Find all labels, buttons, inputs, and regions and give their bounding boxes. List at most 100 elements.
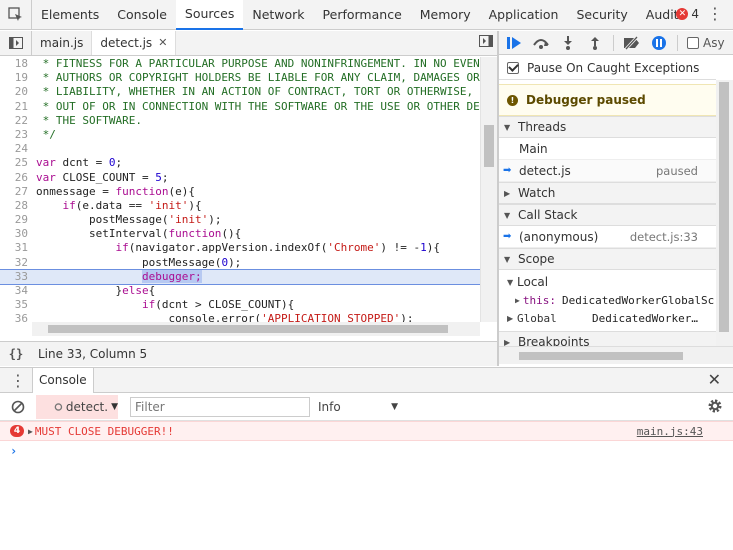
line-number[interactable]: 29 (0, 213, 32, 227)
code-line[interactable]: 34 }else{ (0, 284, 480, 298)
tab-console[interactable]: Console (32, 368, 94, 393)
step-out-button[interactable] (586, 34, 604, 52)
scope-this-entry[interactable]: ▶ this: DedicatedWorkerGlobalSc (499, 291, 716, 309)
watch-section-header[interactable]: ▶ Watch (499, 182, 716, 204)
code-editor[interactable]: 18 * FITNESS FOR A PARTICULAR PURPOSE AN… (0, 57, 480, 322)
code-line[interactable]: 27 onmessage = function(e){ (0, 185, 480, 199)
code-line[interactable]: 19 * AUTHORS OR COPYRIGHT HOLDERS BE LIA… (0, 71, 480, 85)
call-frame[interactable]: ➡ (anonymous) detect.js:33 (499, 226, 716, 248)
scrollbar-thumb[interactable] (719, 82, 729, 332)
scope-local[interactable]: ▼ Local (499, 273, 716, 291)
line-source: }else{ (36, 284, 156, 297)
scope-section-header[interactable]: ▼ Scope (499, 248, 716, 270)
tab-security[interactable]: Security (567, 0, 636, 30)
filter-input[interactable] (130, 396, 310, 417)
code-line[interactable]: 35 if(dcnt > CLOSE_COUNT){ (0, 298, 480, 312)
code-line[interactable]: 18 * FITNESS FOR A PARTICULAR PURPOSE AN… (0, 57, 480, 71)
console-messages[interactable]: 4 ▶ MUST CLOSE DEBUGGER!! main.js:43 › (0, 421, 733, 550)
tab-memory[interactable]: Memory (411, 0, 480, 30)
file-tab-main-js[interactable]: main.js (32, 31, 93, 55)
line-number[interactable]: 34 (0, 284, 32, 298)
thread-item-main[interactable]: Main (499, 138, 716, 160)
line-number[interactable]: 19 (0, 71, 32, 85)
expand-triangle-icon[interactable]: ▶ (28, 427, 33, 436)
code-line[interactable]: 36 console.error('APPLICATION STOPPED'); (0, 312, 480, 322)
scrollbar-thumb[interactable] (519, 352, 683, 360)
line-number[interactable]: 30 (0, 227, 32, 241)
code-line[interactable]: 20 * LIABILITY, WHETHER IN AN ACTION OF … (0, 85, 480, 99)
pause-caught-exceptions-option[interactable]: Pause On Caught Exceptions (499, 56, 716, 80)
line-number[interactable]: 20 (0, 85, 32, 99)
drawer-menu-icon[interactable]: ⋮ (10, 371, 26, 390)
step-into-button[interactable] (559, 34, 577, 52)
tab-application[interactable]: Application (480, 0, 568, 30)
debugger-vertical-scrollbar[interactable] (716, 80, 733, 346)
line-number[interactable]: 24 (0, 142, 32, 156)
threads-section-header[interactable]: ▼ Threads (499, 116, 716, 138)
toggle-debugger-button[interactable] (479, 35, 493, 50)
code-line[interactable]: 21 * OUT OF OR IN CONNECTION WITH THE SO… (0, 100, 480, 114)
console-prompt[interactable]: › (0, 441, 733, 461)
code-line[interactable]: 33 debugger; (0, 268, 480, 286)
source-link[interactable]: main.js:43 (637, 425, 703, 438)
pretty-print-icon[interactable]: {} (0, 347, 32, 361)
line-number[interactable]: 21 (0, 100, 32, 114)
tab-console[interactable]: Console (108, 0, 176, 30)
tab-sources[interactable]: Sources (175, 0, 244, 30)
close-drawer-icon[interactable]: ✕ (708, 370, 721, 389)
line-number[interactable]: 23 (0, 128, 32, 142)
async-checkbox[interactable]: Asy (687, 36, 725, 50)
code-line[interactable]: 26 var CLOSE_COUNT = 5; (0, 171, 480, 185)
error-counter[interactable]: ✕ 4 (676, 7, 699, 21)
pause-caught-checkbox[interactable] (507, 61, 519, 74)
code-horizontal-scrollbar[interactable] (32, 322, 480, 336)
pause-on-exceptions-button[interactable] (650, 34, 668, 52)
code-line[interactable]: 23 */ (0, 128, 480, 142)
console-settings-button[interactable] (707, 398, 723, 417)
tab-elements[interactable]: Elements (32, 0, 108, 30)
line-number[interactable]: 31 (0, 241, 32, 255)
inspect-element-button[interactable] (0, 0, 32, 30)
resume-button[interactable] (505, 34, 523, 52)
thread-item-detect-js[interactable]: ➡ detect.js paused (499, 160, 716, 182)
async-checkbox-box[interactable] (687, 36, 699, 49)
tab-performance[interactable]: Performance (314, 0, 411, 30)
debugger-horizontal-scrollbar[interactable] (499, 346, 733, 364)
line-number[interactable]: 22 (0, 114, 32, 128)
line-number[interactable]: 25 (0, 156, 32, 170)
line-number[interactable]: 33 (0, 270, 32, 284)
breakpoints-section-header[interactable]: ▶ Breakpoints (499, 331, 716, 346)
close-tab-icon[interactable]: ✕ (158, 31, 167, 55)
tab-network[interactable]: Network (243, 0, 313, 30)
code-line[interactable]: 25 var dcnt = 0; (0, 156, 480, 170)
scope-global[interactable]: ▶ Global DedicatedWorker… (499, 309, 716, 327)
line-number[interactable]: 35 (0, 298, 32, 312)
deactivate-breakpoints-button[interactable] (623, 34, 641, 52)
line-number[interactable]: 27 (0, 185, 32, 199)
file-tab-detect-js[interactable]: detect.js ✕ (92, 31, 177, 55)
code-line[interactable]: 22 * THE SOFTWARE. (0, 114, 480, 128)
code-line[interactable]: 32 postMessage(0); (0, 256, 480, 270)
line-number[interactable]: 26 (0, 171, 32, 185)
line-source: onmessage = function(e){ (36, 184, 195, 198)
line-number[interactable]: 18 (0, 57, 32, 71)
line-number[interactable]: 36 (0, 312, 32, 322)
code-line[interactable]: 29 postMessage('init'); (0, 213, 480, 227)
clear-console-button[interactable] (0, 400, 36, 414)
step-over-button[interactable] (532, 34, 550, 52)
call-stack-section-header[interactable]: ▼ Call Stack (499, 204, 716, 226)
code-line[interactable]: 31 if(navigator.appVersion.indexOf('Chro… (0, 241, 480, 255)
scrollbar-thumb[interactable] (484, 125, 494, 167)
code-line[interactable]: 28 if(e.data == 'init'){ (0, 199, 480, 213)
code-line[interactable]: 24 (0, 142, 480, 156)
line-number[interactable]: 28 (0, 199, 32, 213)
line-number[interactable]: 32 (0, 256, 32, 270)
code-line[interactable]: 30 setInterval(function(){ (0, 227, 480, 241)
code-vertical-scrollbar[interactable] (480, 57, 497, 322)
toggle-navigator-button[interactable] (0, 31, 32, 55)
scrollbar-thumb[interactable] (48, 325, 448, 333)
context-selector[interactable]: detect. ▼ (36, 394, 118, 419)
log-levels-dropdown[interactable]: Info ▼ (318, 400, 398, 414)
more-menu-icon[interactable]: ⋮ (707, 5, 723, 23)
console-error-message[interactable]: 4 ▶ MUST CLOSE DEBUGGER!! main.js:43 (0, 421, 733, 441)
